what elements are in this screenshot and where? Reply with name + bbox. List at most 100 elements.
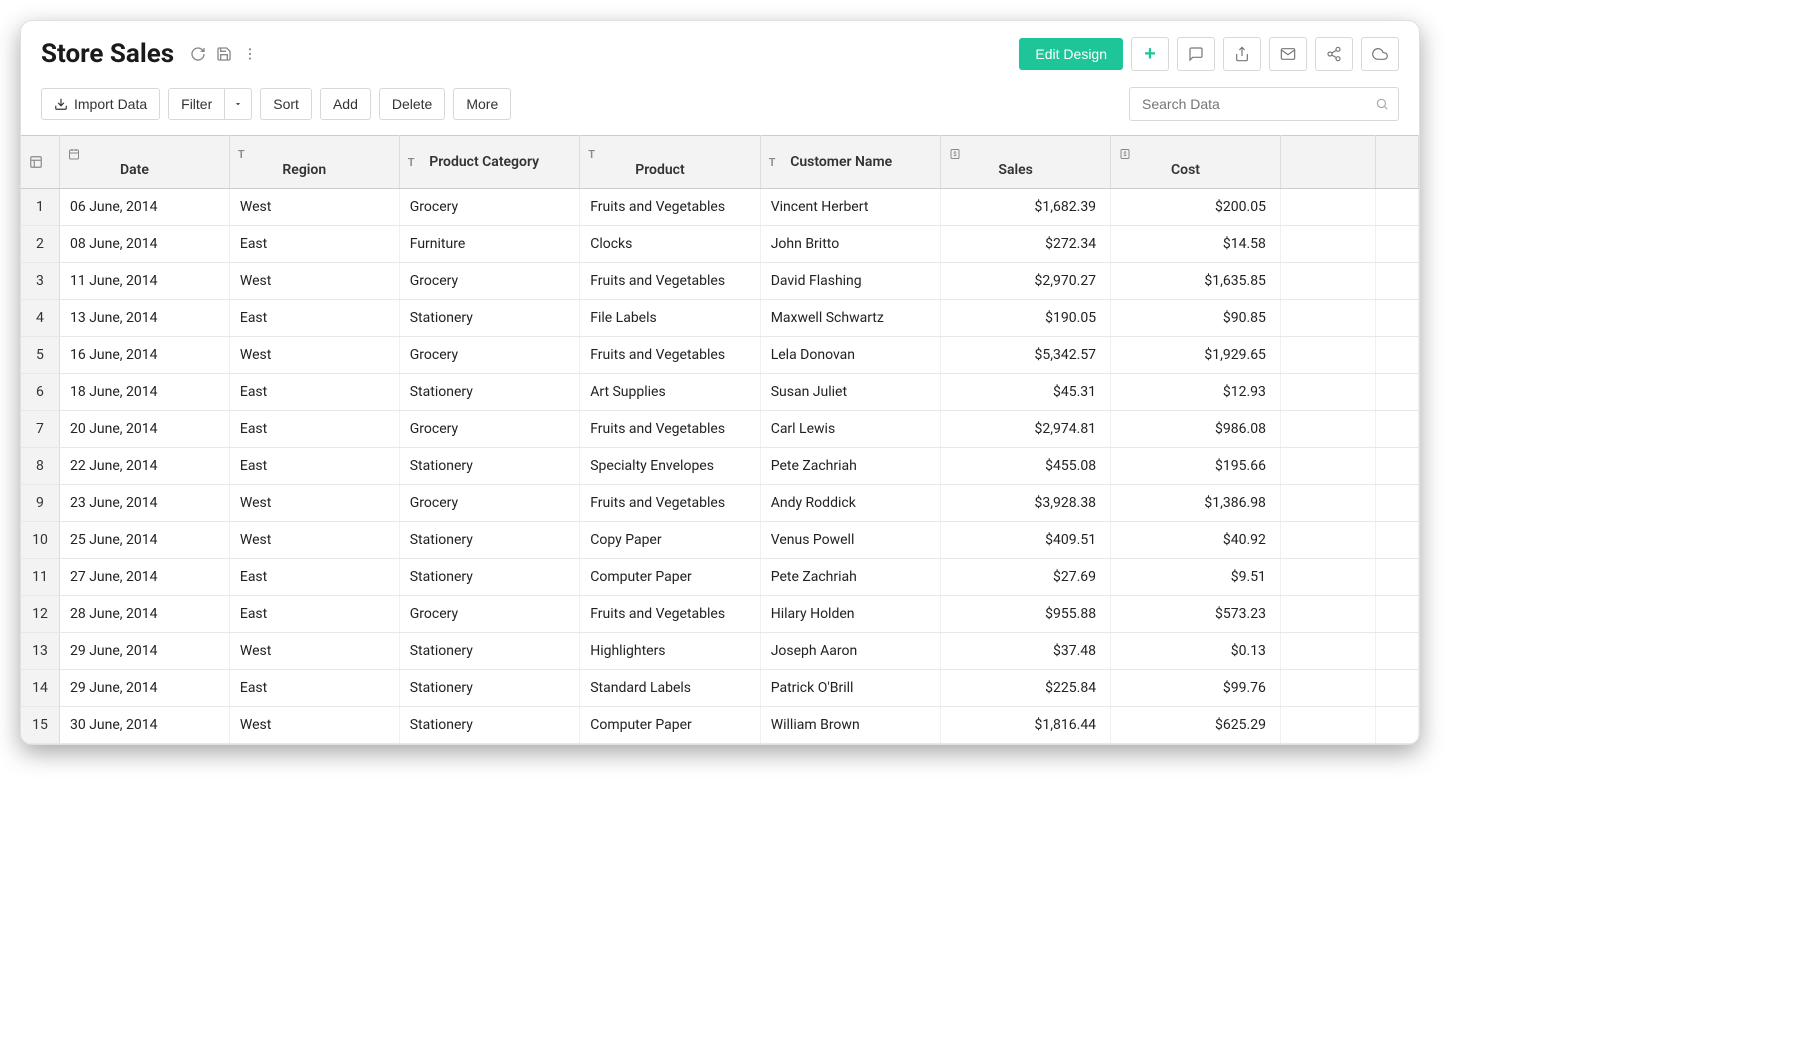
corner-cell[interactable] [21, 136, 59, 189]
cell-product[interactable]: Fruits and Vegetables [580, 411, 760, 448]
col-header-empty-1[interactable] [1280, 136, 1376, 189]
table-row[interactable]: 106 June, 2014WestGroceryFruits and Vege… [21, 189, 1419, 226]
cell-empty[interactable] [1376, 596, 1419, 633]
cell-empty[interactable] [1376, 411, 1419, 448]
add-new-button[interactable]: + [1131, 37, 1169, 71]
cell-date[interactable]: 20 June, 2014 [59, 411, 229, 448]
cell-cost[interactable]: $12.93 [1111, 374, 1281, 411]
cell-category[interactable]: Stationery [399, 559, 579, 596]
cell-empty[interactable] [1280, 707, 1376, 744]
cell-region[interactable]: East [229, 596, 399, 633]
cell-date[interactable]: 18 June, 2014 [59, 374, 229, 411]
col-header-empty-2[interactable] [1376, 136, 1419, 189]
row-number[interactable]: 12 [21, 596, 59, 633]
cell-product[interactable]: Computer Paper [580, 707, 760, 744]
col-header-date[interactable]: Date [59, 136, 229, 189]
cell-product[interactable]: Specialty Envelopes [580, 448, 760, 485]
cell-region[interactable]: East [229, 559, 399, 596]
col-header-cost[interactable]: $ Cost [1111, 136, 1281, 189]
cell-sales[interactable]: $2,970.27 [941, 263, 1111, 300]
cell-empty[interactable] [1376, 559, 1419, 596]
cell-sales[interactable]: $409.51 [941, 522, 1111, 559]
table-row[interactable]: 720 June, 2014EastGroceryFruits and Vege… [21, 411, 1419, 448]
cloud-icon[interactable] [1361, 37, 1399, 71]
cell-empty[interactable] [1376, 337, 1419, 374]
cell-customer[interactable]: Hilary Holden [760, 596, 940, 633]
cell-sales[interactable]: $5,342.57 [941, 337, 1111, 374]
cell-cost[interactable]: $0.13 [1111, 633, 1281, 670]
cell-region[interactable]: East [229, 670, 399, 707]
cell-date[interactable]: 29 June, 2014 [59, 670, 229, 707]
table-row[interactable]: 1025 June, 2014WestStationeryCopy PaperV… [21, 522, 1419, 559]
filter-dropdown-button[interactable] [225, 88, 252, 120]
export-icon[interactable] [1223, 37, 1261, 71]
cell-sales[interactable]: $2,974.81 [941, 411, 1111, 448]
cell-empty[interactable] [1376, 189, 1419, 226]
comment-icon[interactable] [1177, 37, 1215, 71]
row-number[interactable]: 13 [21, 633, 59, 670]
cell-product[interactable]: Fruits and Vegetables [580, 337, 760, 374]
cell-cost[interactable]: $1,635.85 [1111, 263, 1281, 300]
cell-cost[interactable]: $9.51 [1111, 559, 1281, 596]
cell-empty[interactable] [1280, 226, 1376, 263]
cell-sales[interactable]: $37.48 [941, 633, 1111, 670]
cell-date[interactable]: 23 June, 2014 [59, 485, 229, 522]
cell-date[interactable]: 29 June, 2014 [59, 633, 229, 670]
cell-empty[interactable] [1280, 448, 1376, 485]
cell-cost[interactable]: $625.29 [1111, 707, 1281, 744]
table-row[interactable]: 1530 June, 2014WestStationeryComputer Pa… [21, 707, 1419, 744]
row-number[interactable]: 14 [21, 670, 59, 707]
cell-empty[interactable] [1280, 596, 1376, 633]
cell-customer[interactable]: Venus Powell [760, 522, 940, 559]
table-row[interactable]: 618 June, 2014EastStationeryArt Supplies… [21, 374, 1419, 411]
cell-product[interactable]: Fruits and Vegetables [580, 485, 760, 522]
cell-customer[interactable]: Susan Juliet [760, 374, 940, 411]
import-data-button[interactable]: Import Data [41, 88, 160, 120]
cell-empty[interactable] [1280, 559, 1376, 596]
search-input[interactable] [1129, 87, 1399, 121]
cell-category[interactable]: Furniture [399, 226, 579, 263]
cell-cost[interactable]: $99.76 [1111, 670, 1281, 707]
cell-empty[interactable] [1376, 374, 1419, 411]
email-icon[interactable] [1269, 37, 1307, 71]
cell-cost[interactable]: $40.92 [1111, 522, 1281, 559]
cell-category[interactable]: Grocery [399, 485, 579, 522]
cell-sales[interactable]: $3,928.38 [941, 485, 1111, 522]
cell-category[interactable]: Stationery [399, 522, 579, 559]
cell-region[interactable]: East [229, 374, 399, 411]
cell-category[interactable]: Grocery [399, 189, 579, 226]
row-number[interactable]: 1 [21, 189, 59, 226]
cell-customer[interactable]: Carl Lewis [760, 411, 940, 448]
filter-button[interactable]: Filter [168, 88, 225, 120]
cell-empty[interactable] [1280, 337, 1376, 374]
more-button[interactable]: More [453, 88, 511, 120]
cell-region[interactable]: East [229, 448, 399, 485]
cell-date[interactable]: 27 June, 2014 [59, 559, 229, 596]
table-row[interactable]: 1329 June, 2014WestStationeryHighlighter… [21, 633, 1419, 670]
cell-sales[interactable]: $225.84 [941, 670, 1111, 707]
cell-empty[interactable] [1376, 485, 1419, 522]
col-header-sales[interactable]: $ Sales [941, 136, 1111, 189]
cell-cost[interactable]: $1,929.65 [1111, 337, 1281, 374]
cell-region[interactable]: West [229, 633, 399, 670]
cell-cost[interactable]: $573.23 [1111, 596, 1281, 633]
cell-customer[interactable]: Patrick O'Brill [760, 670, 940, 707]
cell-empty[interactable] [1376, 670, 1419, 707]
cell-category[interactable]: Grocery [399, 263, 579, 300]
cell-customer[interactable]: John Britto [760, 226, 940, 263]
cell-customer[interactable]: Pete Zachriah [760, 448, 940, 485]
col-header-region[interactable]: T Region [229, 136, 399, 189]
cell-date[interactable]: 06 June, 2014 [59, 189, 229, 226]
row-number[interactable]: 7 [21, 411, 59, 448]
cell-product[interactable]: Computer Paper [580, 559, 760, 596]
cell-region[interactable]: East [229, 226, 399, 263]
table-row[interactable]: 1429 June, 2014EastStationeryStandard La… [21, 670, 1419, 707]
cell-cost[interactable]: $1,386.98 [1111, 485, 1281, 522]
cell-empty[interactable] [1376, 522, 1419, 559]
delete-button[interactable]: Delete [379, 88, 445, 120]
table-row[interactable]: 413 June, 2014EastStationeryFile LabelsM… [21, 300, 1419, 337]
row-number[interactable]: 8 [21, 448, 59, 485]
cell-category[interactable]: Grocery [399, 596, 579, 633]
cell-customer[interactable]: Lela Donovan [760, 337, 940, 374]
cell-product[interactable]: Copy Paper [580, 522, 760, 559]
